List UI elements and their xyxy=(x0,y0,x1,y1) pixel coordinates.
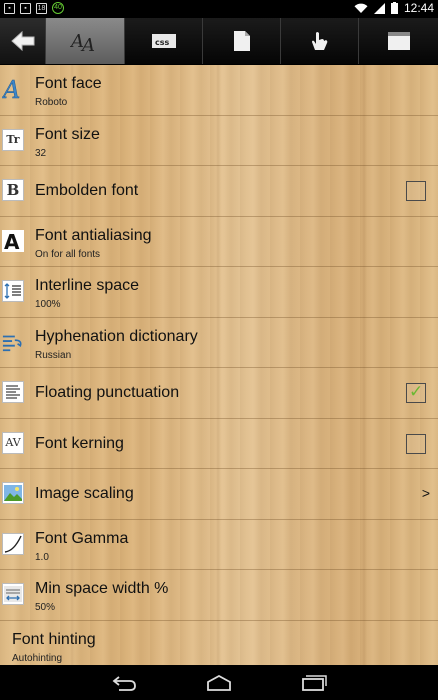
svg-text:A: A xyxy=(2,77,20,101)
kerning-checkbox[interactable] xyxy=(406,433,426,454)
svg-text:A: A xyxy=(80,35,95,54)
chevron-right-icon: > xyxy=(421,485,430,501)
window-icon xyxy=(387,32,410,50)
interline-icon xyxy=(2,280,24,302)
setting-value: Russian xyxy=(35,349,72,361)
bold-icon: B xyxy=(2,179,24,201)
setting-value: 100% xyxy=(35,299,61,310)
setting-value: Roboto xyxy=(35,97,68,108)
hyphenation-icon xyxy=(2,331,24,353)
notification-18-icon: 18 xyxy=(36,2,47,14)
setting-font-kerning[interactable]: AV Font kerning xyxy=(0,419,438,469)
setting-font-face[interactable]: A Font face Roboto xyxy=(0,65,438,116)
antialiasing-icon: A xyxy=(2,229,24,252)
setting-interline-space[interactable]: Interline space 100% xyxy=(0,267,438,318)
svg-text:A: A xyxy=(4,230,20,252)
image-scaling-icon xyxy=(2,482,24,504)
battery-icon xyxy=(390,2,398,14)
status-right: 12:44 xyxy=(354,1,434,15)
settings-tab-bar: A A css xyxy=(0,18,438,64)
setting-title: Hyphenation dictionary xyxy=(35,327,198,345)
setting-min-space-width[interactable]: Min space width % 50% xyxy=(0,570,438,621)
nav-back-button[interactable] xyxy=(104,668,144,698)
setting-value: 50% xyxy=(35,602,56,613)
battery-saver-40-icon: 40 xyxy=(52,2,64,14)
setting-font-hinting[interactable]: Font hinting Autohinting xyxy=(0,621,438,666)
setting-title: Embolden font xyxy=(35,182,139,199)
setting-title: Font size xyxy=(35,125,100,143)
setting-title: Font antialiasing xyxy=(35,226,152,244)
setting-embolden-font[interactable]: B Embolden font xyxy=(0,166,438,217)
setting-value: On for all fonts xyxy=(35,248,101,260)
font-face-icon: A xyxy=(2,77,24,101)
embolden-checkbox[interactable] xyxy=(406,181,426,201)
tab-touch[interactable] xyxy=(281,18,359,64)
font-aa-icon: A A xyxy=(70,31,95,54)
nav-home-button[interactable] xyxy=(199,668,239,698)
setting-title: Font hinting xyxy=(12,630,96,648)
setting-title: Min space width % xyxy=(35,580,169,597)
recents-icon xyxy=(302,674,327,691)
font-settings-list: A Font face Roboto Tr Font size 32 B Emb… xyxy=(0,65,438,665)
setting-font-gamma[interactable]: Font Gamma 1.0 xyxy=(0,520,438,570)
setting-value: 1.0 xyxy=(35,551,49,563)
page-icon xyxy=(233,31,250,51)
setting-font-antialiasing[interactable]: A Font antialiasing On for all fonts xyxy=(0,217,438,267)
kerning-icon: AV xyxy=(2,431,24,454)
status-left-icons: ▪ ▪ 18 40 xyxy=(4,2,64,14)
setting-floating-punctuation[interactable]: Floating punctuation ✓ xyxy=(0,368,438,419)
setting-value: 32 xyxy=(35,147,47,159)
system-nav-bar xyxy=(0,665,438,700)
touch-icon xyxy=(311,32,327,50)
setting-font-size[interactable]: Tr Font size 32 xyxy=(0,116,438,166)
setting-image-scaling[interactable]: Image scaling > xyxy=(0,469,438,520)
signal-icon xyxy=(373,2,385,14)
status-bar: ▪ ▪ 18 40 12:44 xyxy=(0,0,438,18)
tab-css[interactable]: css xyxy=(125,18,203,64)
svg-text:css: css xyxy=(155,38,170,47)
css-icon: css xyxy=(151,34,176,48)
tab-font[interactable]: A A xyxy=(46,18,125,64)
setting-title: Interline space xyxy=(35,277,140,294)
setting-title: Font Gamma xyxy=(35,529,129,547)
setting-title: Font face xyxy=(35,75,102,92)
setting-title: Font kerning xyxy=(35,434,124,452)
floating-punctuation-checkbox[interactable]: ✓ xyxy=(406,382,426,403)
setting-title: Floating punctuation xyxy=(35,384,180,401)
tab-window[interactable] xyxy=(359,18,438,64)
home-icon xyxy=(207,674,231,691)
setting-value: Autohinting xyxy=(12,652,63,664)
font-size-icon: Tr xyxy=(2,128,24,151)
clock: 12:44 xyxy=(403,1,434,15)
image-icon: ▪ xyxy=(4,2,15,14)
setting-hyphenation-dictionary[interactable]: Hyphenation dictionary Russian xyxy=(0,318,438,368)
tab-page[interactable] xyxy=(203,18,281,64)
setting-title: Image scaling xyxy=(35,485,134,502)
space-width-icon xyxy=(2,583,24,605)
gamma-icon xyxy=(2,532,24,555)
back-button[interactable] xyxy=(0,18,46,64)
punctuation-icon xyxy=(2,381,24,403)
back-arrow-icon xyxy=(10,30,34,52)
nav-recents-button[interactable] xyxy=(294,668,334,698)
check-mark-icon: ✓ xyxy=(409,382,424,401)
wifi-icon xyxy=(354,3,368,13)
back-icon xyxy=(112,675,136,691)
sd-icon: ▪ xyxy=(20,2,31,14)
